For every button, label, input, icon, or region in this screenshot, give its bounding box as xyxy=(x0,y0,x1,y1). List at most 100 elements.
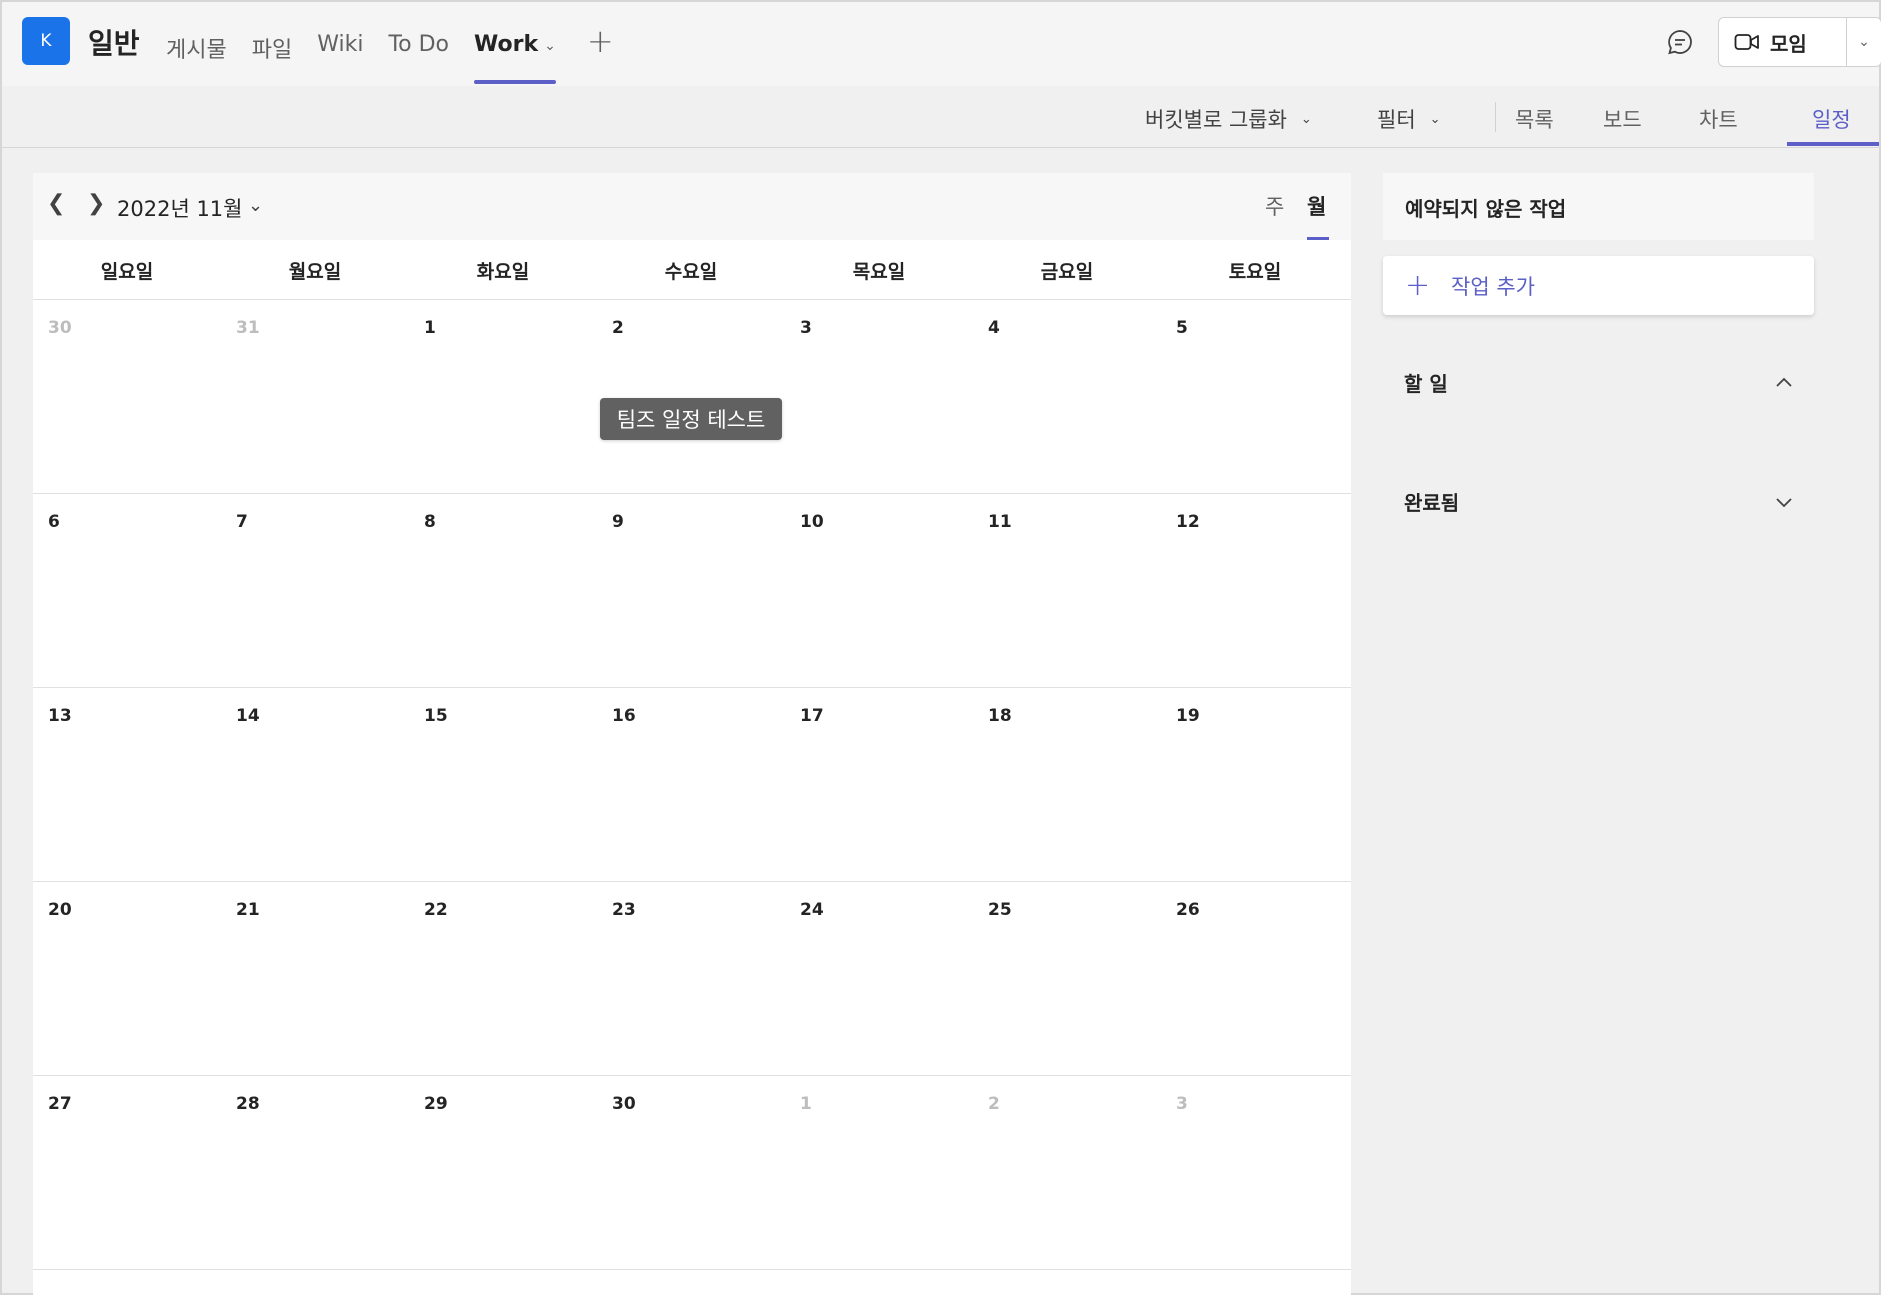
day-cell[interactable]: 7 xyxy=(221,494,409,687)
day-cell[interactable]: 24 xyxy=(785,882,973,1075)
tab-label: Work xyxy=(474,32,539,57)
view-tab-chart[interactable]: 차트 xyxy=(1699,104,1738,134)
day-number: 30 xyxy=(612,1094,636,1114)
day-number: 27 xyxy=(48,1094,72,1114)
day-cell[interactable]: 3 xyxy=(1161,1076,1349,1269)
filter-dropdown[interactable]: 필터 ⌄ xyxy=(1377,104,1441,134)
day-cell[interactable]: 20 xyxy=(33,882,221,1075)
weekday-label: 수요일 xyxy=(664,261,718,283)
week-row: 6 7 8 9 10 11 12 xyxy=(33,494,1351,688)
day-number: 16 xyxy=(612,706,636,726)
day-cell[interactable]: 9 xyxy=(597,494,785,687)
day-cell[interactable]: 19 xyxy=(1161,688,1349,881)
day-cell[interactable]: 11 xyxy=(973,494,1161,687)
day-cell[interactable]: 13 xyxy=(33,688,221,881)
plus-icon: + xyxy=(1405,268,1431,303)
day-number: 11 xyxy=(988,512,1012,532)
tab-work[interactable]: Work ⌄ xyxy=(474,28,556,84)
add-task-button[interactable]: + 작업 추가 xyxy=(1383,256,1814,315)
range-month-button[interactable]: 월 xyxy=(1307,191,1326,221)
tab-label: 파일 xyxy=(251,38,293,63)
chat-icon[interactable] xyxy=(1666,28,1694,56)
view-tab-board[interactable]: 보드 xyxy=(1603,104,1642,134)
day-number: 12 xyxy=(1176,512,1200,532)
day-cell[interactable]: 31 xyxy=(221,300,409,493)
day-cell[interactable]: 10 xyxy=(785,494,973,687)
day-number: 22 xyxy=(424,900,448,920)
day-cell[interactable]: 27 xyxy=(33,1076,221,1269)
day-cell[interactable]: 29 xyxy=(409,1076,597,1269)
next-month-icon[interactable]: ❯ xyxy=(87,191,105,216)
day-cell[interactable]: 3 xyxy=(785,300,973,493)
day-cell[interactable]: 2 xyxy=(973,1076,1161,1269)
day-number: 2 xyxy=(988,1094,1000,1114)
day-cell[interactable]: 12 xyxy=(1161,494,1349,687)
chevron-down-icon[interactable]: ⌄ xyxy=(248,195,263,216)
add-tab-icon[interactable]: + xyxy=(587,22,614,84)
chevron-down-icon[interactable] xyxy=(1774,492,1794,512)
day-number: 21 xyxy=(236,900,260,920)
day-number: 10 xyxy=(800,512,824,532)
meet-button[interactable]: 모임 xyxy=(1719,18,1847,66)
unscheduled-tasks-title: 예약되지 않은 작업 xyxy=(1405,197,1567,221)
chevron-up-icon[interactable] xyxy=(1774,373,1794,393)
day-cell[interactable]: 28 xyxy=(221,1076,409,1269)
group-by-label: 버킷별로 그룹화 xyxy=(1145,108,1287,132)
day-number: 28 xyxy=(236,1094,260,1114)
view-tab-list[interactable]: 목록 xyxy=(1515,104,1554,134)
day-cell[interactable]: 8 xyxy=(409,494,597,687)
calendar-task-chip[interactable]: 팀즈 일정 테스트 xyxy=(600,398,782,440)
day-cell[interactable]: 30 xyxy=(597,1076,785,1269)
weekday-label: 월요일 xyxy=(288,261,342,283)
day-number: 3 xyxy=(1176,1094,1188,1114)
day-number: 15 xyxy=(424,706,448,726)
week-row: 30 31 1 2 3 4 5 xyxy=(33,300,1351,494)
day-cell[interactable]: 16 xyxy=(597,688,785,881)
day-number: 2 xyxy=(612,318,624,338)
view-tab-schedule[interactable]: 일정 xyxy=(1812,104,1851,134)
day-cell[interactable]: 23 xyxy=(597,882,785,1075)
weekday-label: 일요일 xyxy=(100,261,154,283)
day-cell[interactable]: 30 xyxy=(33,300,221,493)
day-number: 25 xyxy=(988,900,1012,920)
day-cell[interactable]: 25 xyxy=(973,882,1161,1075)
day-cell[interactable]: 1 xyxy=(409,300,597,493)
day-cell[interactable]: 26 xyxy=(1161,882,1349,1075)
day-cell[interactable]: 6 xyxy=(33,494,221,687)
channel-tabs: 게시물 파일 Wiki To Do Work ⌄ + xyxy=(166,22,614,84)
team-avatar[interactable]: K xyxy=(22,17,70,65)
day-number: 8 xyxy=(424,512,436,532)
meet-label: 모임 xyxy=(1770,31,1807,56)
day-cell[interactable]: 14 xyxy=(221,688,409,881)
section-todo[interactable]: 할 일 xyxy=(1404,368,1794,397)
day-number: 30 xyxy=(48,318,72,338)
range-week-button[interactable]: 주 xyxy=(1265,191,1284,221)
day-cell[interactable]: 21 xyxy=(221,882,409,1075)
group-by-dropdown[interactable]: 버킷별로 그룹화 ⌄ xyxy=(1145,104,1312,134)
calendar-month-title[interactable]: 2022년 11월 xyxy=(117,193,242,223)
section-completed[interactable]: 완료됨 xyxy=(1404,487,1794,516)
day-number: 18 xyxy=(988,706,1012,726)
tab-files[interactable]: 파일 xyxy=(252,28,292,84)
month-grid: 30 31 1 2 3 4 5 6 7 8 9 10 11 12 13 14 15 16 17 18 19 20 21 22 2… xyxy=(33,300,1351,1270)
day-number: 26 xyxy=(1176,900,1200,920)
unscheduled-tasks-header: 예약되지 않은 작업 xyxy=(1383,173,1814,240)
tab-todo[interactable]: To Do xyxy=(388,28,449,84)
calendar: ❮ ❯ 2022년 11월 ⌄ 주 월 일요일 월요일 화요일 수요일 목요일 … xyxy=(33,173,1351,1295)
day-number: 1 xyxy=(800,1094,812,1114)
meet-options-chevron-icon[interactable]: ⌄ xyxy=(1847,18,1881,66)
day-cell[interactable]: 18 xyxy=(973,688,1161,881)
day-cell[interactable]: 15 xyxy=(409,688,597,881)
previous-month-icon[interactable]: ❮ xyxy=(47,191,65,216)
day-cell[interactable]: 22 xyxy=(409,882,597,1075)
day-cell[interactable]: 2 xyxy=(597,300,785,493)
tab-wiki[interactable]: Wiki xyxy=(317,28,363,84)
tab-posts[interactable]: 게시물 xyxy=(166,28,227,84)
day-cell[interactable]: 1 xyxy=(785,1076,973,1269)
day-cell[interactable]: 4 xyxy=(973,300,1161,493)
day-cell[interactable]: 17 xyxy=(785,688,973,881)
weekday-label: 화요일 xyxy=(476,261,530,283)
day-number: 24 xyxy=(800,900,824,920)
chevron-down-icon[interactable]: ⌄ xyxy=(544,38,556,54)
day-cell[interactable]: 5 xyxy=(1161,300,1349,493)
